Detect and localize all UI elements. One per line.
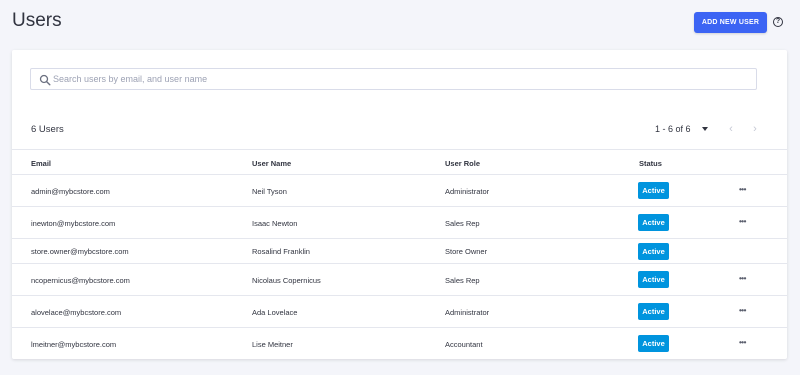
help-icon[interactable]: ? [773,17,783,27]
previous-page-button[interactable]: ‹ [726,123,736,135]
more-actions-icon[interactable]: ••• [739,306,746,315]
status-badge: Active [638,243,669,260]
row-email: lmeitner@mybcstore.com [31,340,117,349]
row-user-role: Accountant [445,340,483,349]
more-actions-icon[interactable]: ••• [739,185,746,194]
column-header-user-name[interactable]: User Name [252,159,291,168]
status-badge: Active [638,182,669,199]
users-table: Email User Name User Role Status admin@m… [12,149,787,359]
row-user-name: Rosalind Franklin [252,247,310,256]
next-page-button[interactable]: › [750,123,760,135]
status-badge: Active [638,271,669,288]
row-user-role: Sales Rep [445,276,480,285]
row-user-name: Nicolaus Copernicus [252,276,321,285]
table-row[interactable]: inewton@mybcstore.com Isaac Newton Sales… [12,206,787,238]
row-email: admin@mybcstore.com [31,187,110,196]
status-badge: Active [638,335,669,352]
search-icon [39,74,51,86]
more-actions-icon[interactable]: ••• [739,217,746,226]
search-input[interactable] [53,73,743,85]
row-user-name: Neil Tyson [252,187,287,196]
pagination-dropdown-icon[interactable] [702,127,708,131]
row-email: ncopernicus@mybcstore.com [31,276,130,285]
more-actions-icon[interactable]: ••• [739,274,746,283]
table-row[interactable]: ncopernicus@mybcstore.com Nicolaus Coper… [12,263,787,295]
table-row[interactable]: store.owner@mybcstore.com Rosalind Frank… [12,238,787,263]
row-email: alovelace@mybcstore.com [31,308,122,317]
column-header-status[interactable]: Status [639,159,662,168]
table-row[interactable]: admin@mybcstore.com Neil Tyson Administr… [12,174,787,206]
table-row[interactable]: lmeitner@mybcstore.com Lise Meitner Acco… [12,327,787,359]
add-new-user-button[interactable]: ADD NEW USER [694,12,767,33]
user-count: 6 Users [31,124,64,135]
pagination-range[interactable]: 1 - 6 of 6 [655,124,691,134]
page-title: Users [12,10,62,31]
row-user-role: Sales Rep [445,219,480,228]
column-header-user-role[interactable]: User Role [445,159,480,168]
table-header: Email User Name User Role Status [12,149,787,174]
more-actions-icon[interactable]: ••• [739,338,746,347]
row-user-name: Isaac Newton [252,219,298,228]
row-email: store.owner@mybcstore.com [31,247,129,256]
row-user-role: Administrator [445,308,490,317]
status-badge: Active [638,214,669,231]
status-badge: Active [638,303,669,320]
row-user-role: Administrator [445,187,490,196]
row-email: inewton@mybcstore.com [31,219,116,228]
row-user-name: Ada Lovelace [252,308,298,317]
column-header-email[interactable]: Email [31,159,51,168]
row-user-name: Lise Meitner [252,340,293,349]
row-user-role: Store Owner [445,247,488,256]
search-box[interactable] [30,68,757,90]
table-row[interactable]: alovelace@mybcstore.com Ada Lovelace Adm… [12,295,787,327]
users-card: 6 Users 1 - 6 of 6 ‹ › Email User Name U… [12,50,787,359]
